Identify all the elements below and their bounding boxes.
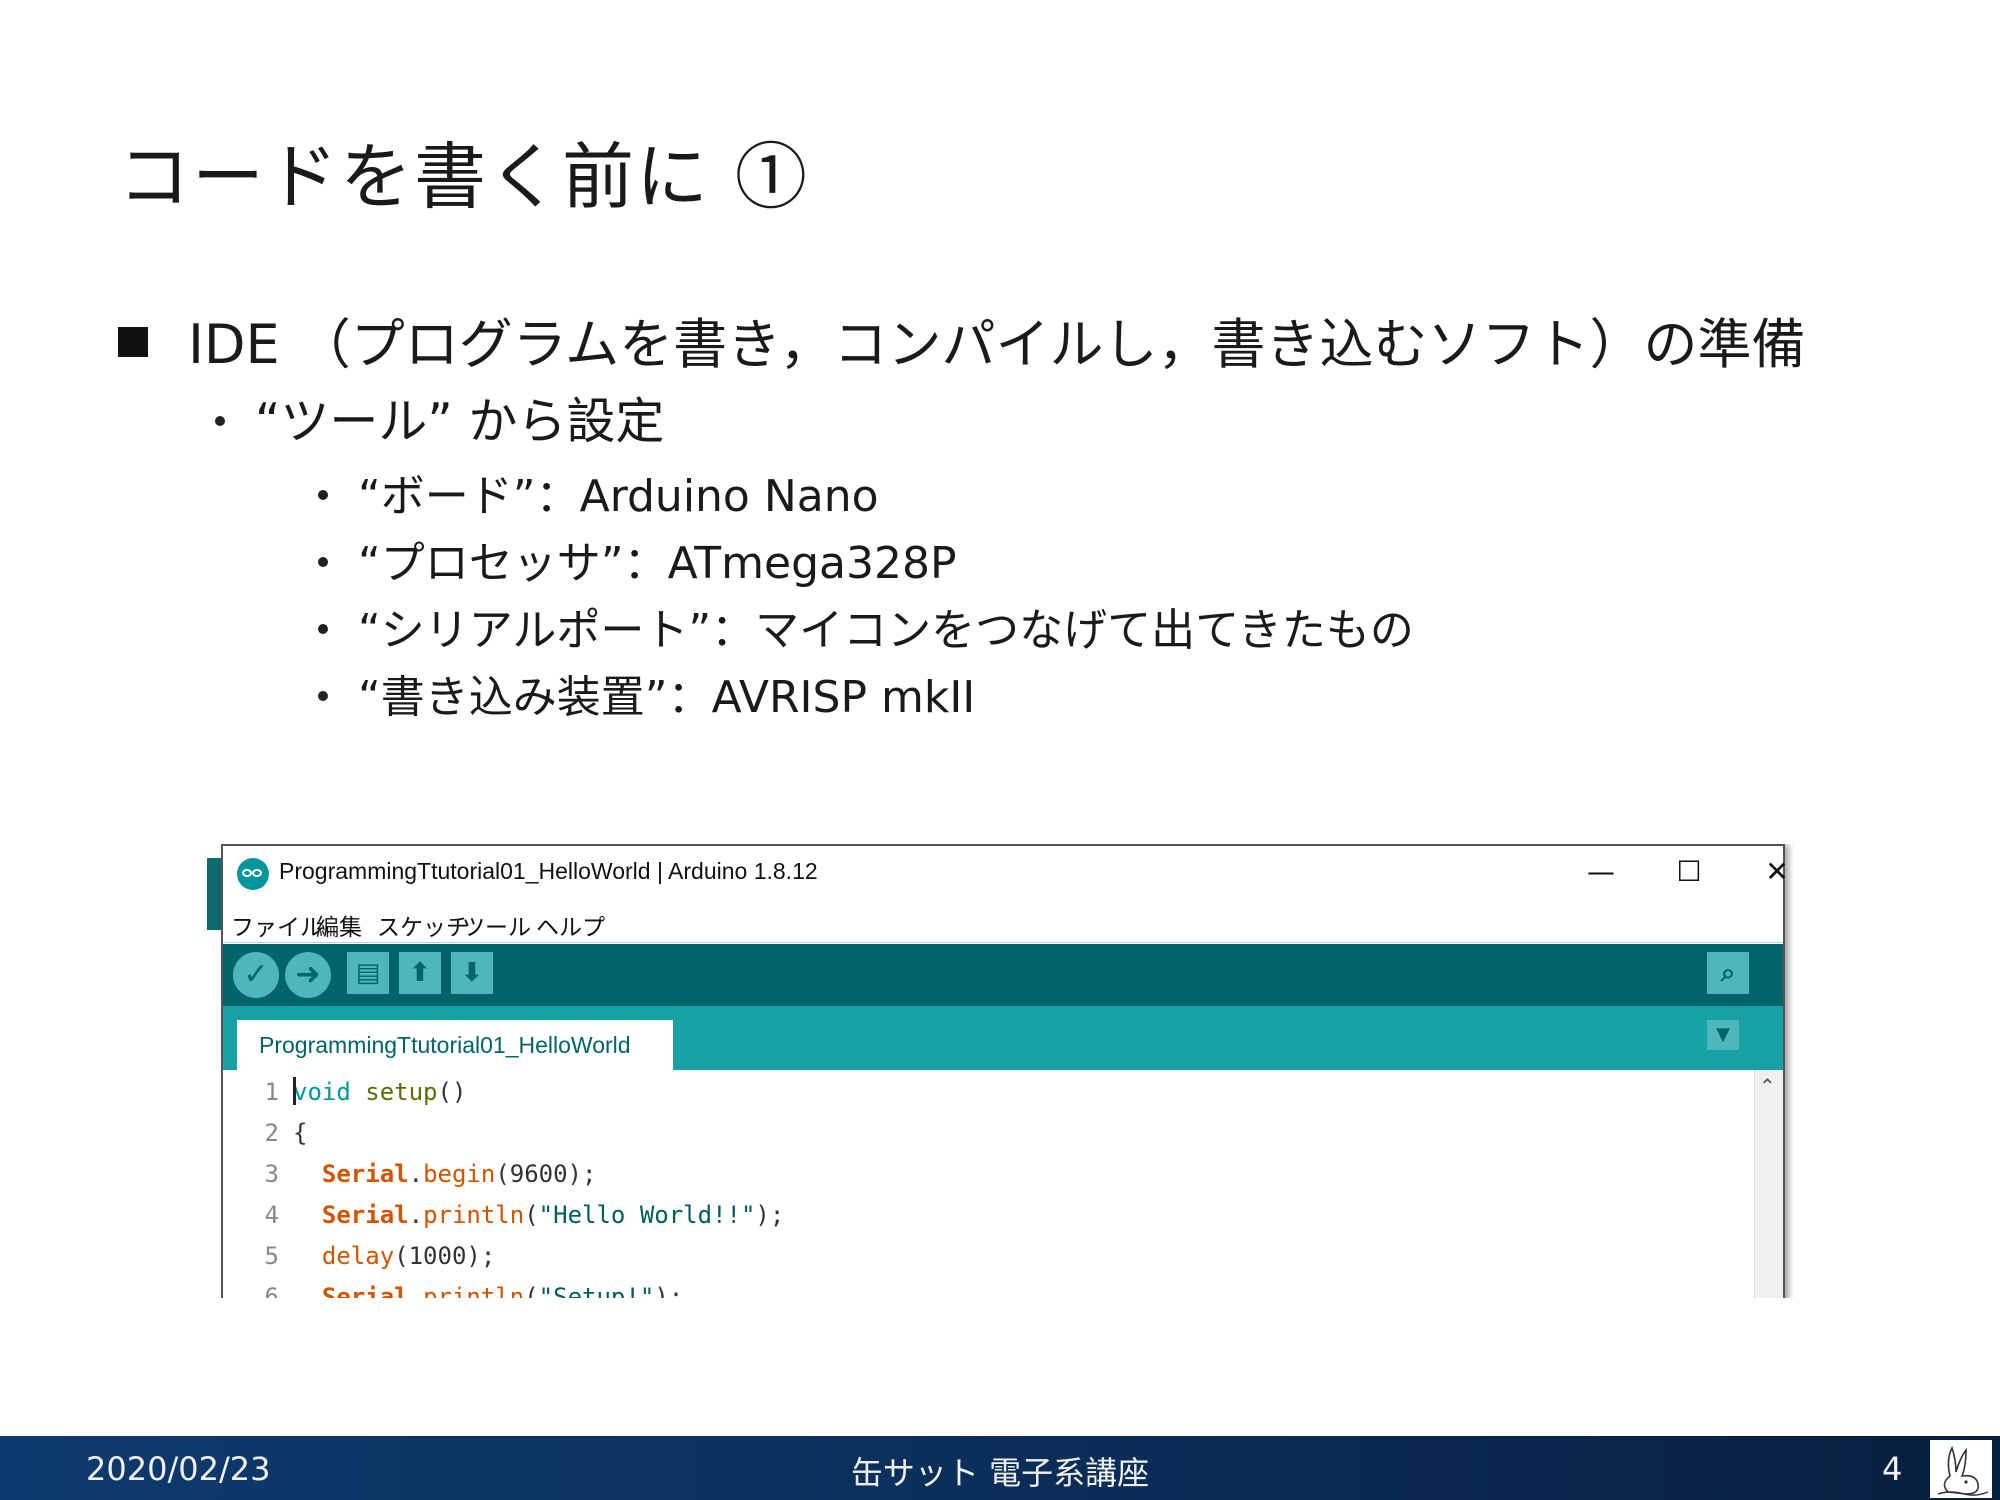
background-window-edge bbox=[207, 858, 221, 930]
bullet-level2-text: “ツール” から設定 bbox=[255, 393, 665, 450]
code-line: delay(1000); bbox=[321, 1242, 496, 1270]
footer-title: 缶サット 電子系講座 bbox=[850, 1454, 1150, 1492]
line-number: 3 bbox=[264, 1160, 279, 1188]
dot-bullet-icon bbox=[318, 624, 328, 634]
tab-sketch-label: ProgrammingTtutorial01_HelloWorld bbox=[259, 1032, 631, 1058]
sub-bullet-text: “ボード”：Arduino Nano bbox=[358, 471, 879, 522]
code-line: { bbox=[293, 1119, 308, 1147]
line-number: 6 bbox=[264, 1283, 279, 1298]
menu-sketch[interactable]: スケッチ bbox=[377, 908, 469, 942]
verify-icon[interactable]: ✓ bbox=[233, 952, 279, 998]
menu-help[interactable]: ヘルプ bbox=[536, 908, 605, 942]
upload-arrow-icon[interactable]: ➜ bbox=[285, 952, 331, 998]
menu-edit[interactable]: 編集 bbox=[316, 908, 362, 942]
background-window-edge-marks bbox=[207, 940, 219, 1000]
bullet-level1-text: IDE （プログラムを書き，コンパイルし，書き込むソフト）の準備 bbox=[188, 313, 1806, 376]
dot-bullet-icon bbox=[318, 557, 328, 567]
sub-bullet-text: “書き込み装置”：AVRISP mkII bbox=[358, 672, 976, 723]
line-number-gutter: 1 2 3 4 5 6 bbox=[223, 1070, 289, 1298]
line-number: 5 bbox=[264, 1242, 279, 1270]
menu-bar: ファイル 編集 スケッチ ツール ヘルプ bbox=[223, 902, 1783, 1010]
window-title: ProgrammingTtutorial01_HelloWorld | Ardu… bbox=[279, 858, 818, 884]
sub-bullet-programmer: “書き込み装置”：AVRISP mkII bbox=[318, 661, 975, 725]
new-file-icon[interactable]: ▤ bbox=[347, 952, 389, 994]
arduino-ide-window: ProgrammingTtutorial01_HelloWorld | Ardu… bbox=[221, 844, 1789, 1298]
line-number: 2 bbox=[264, 1119, 279, 1147]
scroll-up-chevron-icon[interactable]: ⌃ bbox=[1759, 1074, 1776, 1098]
arduino-ide-screenshot: ProgrammingTtutorial01_HelloWorld | Ardu… bbox=[207, 844, 1794, 1298]
tab-sketch[interactable]: ProgrammingTtutorial01_HelloWorld bbox=[237, 1020, 673, 1070]
arduino-logo-icon bbox=[237, 858, 269, 890]
sub-bullet-serial-port: “シリアルポート”：マイコンをつなげて出てきたもの bbox=[318, 594, 1414, 658]
window-titlebar: ProgrammingTtutorial01_HelloWorld | Ardu… bbox=[223, 846, 1789, 902]
line-number: 4 bbox=[264, 1201, 279, 1229]
minimize-button[interactable]: — bbox=[1571, 852, 1631, 892]
maximize-button[interactable]: ☐ bbox=[1659, 852, 1719, 892]
sub-bullet-board: “ボード”：Arduino Nano bbox=[318, 460, 879, 524]
tab-bar: ProgrammingTtutorial01_HelloWorld ▼ bbox=[223, 1006, 1783, 1070]
square-bullet-icon bbox=[118, 327, 148, 358]
sub-bullet-text: “プロセッサ”：ATmega328P bbox=[358, 538, 957, 589]
tab-menu-chevron-down-icon[interactable]: ▼ bbox=[1707, 1020, 1739, 1050]
code-line: Serial.begin(9600); bbox=[321, 1160, 597, 1188]
sub-bullet-processor: “プロセッサ”：ATmega328P bbox=[318, 527, 957, 591]
sub-bullet-text: “シリアルポート”：マイコンをつなげて出てきたもの bbox=[358, 605, 1414, 656]
code-line: Serial.println("Setup!"); bbox=[321, 1283, 684, 1298]
code-line: Serial.println("Hello World!!"); bbox=[321, 1201, 785, 1229]
dot-bullet-icon bbox=[318, 691, 328, 701]
page-number: 4 bbox=[1882, 1450, 1903, 1488]
menu-tools[interactable]: ツール bbox=[462, 908, 531, 942]
open-icon[interactable]: ⬆ bbox=[399, 952, 441, 994]
bullet-level1: IDE （プログラムを書き，コンパイルし，書き込むソフト）の準備 bbox=[118, 300, 1806, 379]
text-cursor bbox=[293, 1077, 296, 1105]
rabbit-logo-icon bbox=[1930, 1440, 1992, 1498]
ide-toolbar: ✓ ➜ ▤ ⬆ ⬇ ⌕ bbox=[223, 944, 1783, 1006]
slide-title: コードを書く前に ① bbox=[118, 135, 809, 219]
save-icon[interactable]: ⬇ bbox=[451, 952, 493, 994]
serial-monitor-icon[interactable]: ⌕ bbox=[1707, 952, 1749, 994]
vertical-scrollbar[interactable]: ⌃ bbox=[1754, 1070, 1783, 1298]
bullet-level2: “ツール” から設定 bbox=[215, 382, 664, 453]
dot-bullet-icon bbox=[318, 490, 328, 500]
line-number: 1 bbox=[264, 1078, 279, 1106]
menu-file[interactable]: ファイル bbox=[231, 908, 323, 942]
code-line: void setup() bbox=[293, 1077, 467, 1106]
slide-footer: 2020/02/23 缶サット 電子系講座 4 bbox=[0, 1436, 2000, 1500]
code-editor[interactable]: 1 2 3 4 5 6 void setup() { Serial.begin(… bbox=[223, 1070, 1783, 1298]
dot-bullet-icon bbox=[215, 415, 225, 426]
close-button[interactable]: ✕ bbox=[1747, 852, 1794, 892]
